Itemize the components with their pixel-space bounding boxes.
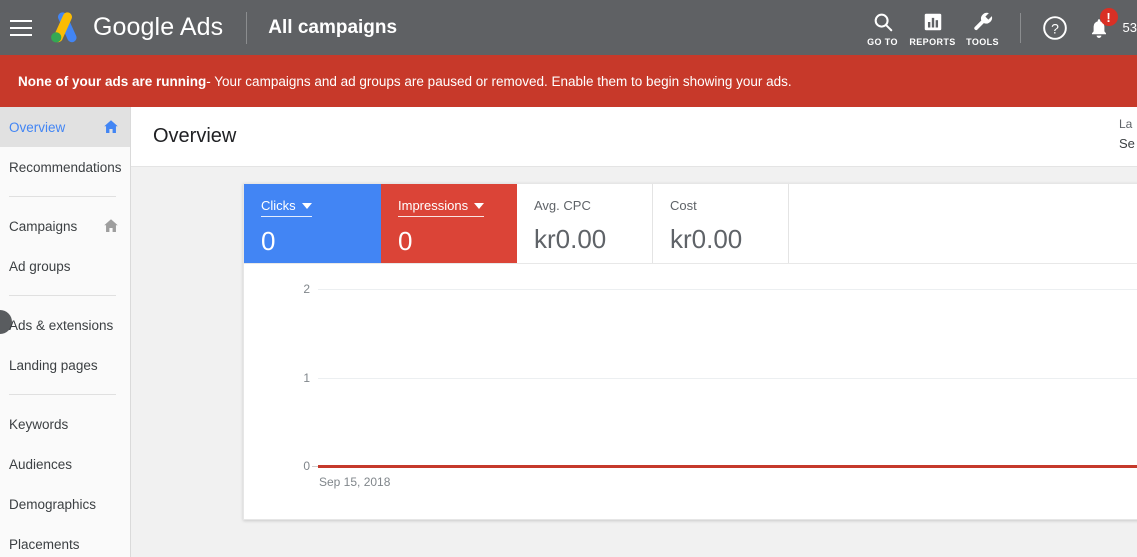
metric-value: kr0.00 bbox=[670, 224, 743, 254]
header-divider bbox=[246, 11, 248, 44]
sidebar-item-placements[interactable]: Placements bbox=[0, 524, 130, 557]
home-icon bbox=[102, 118, 120, 136]
date-range-selector[interactable]: La Se bbox=[1119, 115, 1137, 153]
chevron-down-icon[interactable] bbox=[474, 202, 485, 209]
sidebar-item-ad-groups[interactable]: Ad groups bbox=[0, 246, 130, 286]
performance-chart-card: Clicks 0 Impressions 0 Avg. CPC kr0.00 C… bbox=[243, 183, 1137, 520]
date-range-value: Se bbox=[1119, 136, 1135, 151]
main-content-area: Overview La Se Clicks 0 Impressions 0 Av… bbox=[131, 107, 1137, 557]
ads-not-running-alert: None of your ads are running - Your camp… bbox=[0, 55, 1137, 107]
sidebar-item-label: Campaigns bbox=[9, 218, 78, 234]
sidebar-divider bbox=[9, 295, 116, 296]
header-actions-divider bbox=[1019, 12, 1021, 43]
bar-chart-icon bbox=[922, 9, 944, 33]
metric-name: Cost bbox=[670, 198, 697, 213]
help-button[interactable]: ? bbox=[1033, 0, 1077, 55]
hamburger-menu-icon[interactable] bbox=[10, 19, 32, 36]
sidebar-item-label: Demographics bbox=[9, 496, 97, 512]
metric-name: Avg. CPC bbox=[534, 198, 591, 213]
metric-name: Impressions bbox=[398, 198, 469, 213]
reports-label: REPORTS bbox=[909, 36, 956, 47]
content-header: Overview La Se bbox=[131, 107, 1137, 167]
metric-label[interactable]: Clicks bbox=[261, 198, 312, 217]
sidebar-item-label: Overview bbox=[9, 119, 66, 135]
sidebar-item-landing-pages[interactable]: Landing pages bbox=[0, 345, 130, 385]
performance-line-chart: 2 1 0 Sep 15, 2018 Sep 21, bbox=[244, 264, 1137, 519]
sidebar-item-label: Ad groups bbox=[9, 258, 71, 274]
metric-value: kr0.00 bbox=[534, 224, 607, 254]
notifications-button[interactable]: ! bbox=[1077, 0, 1121, 55]
metric-value: 0 bbox=[261, 226, 276, 256]
goto-label: GO TO bbox=[867, 36, 898, 47]
google-ads-logo-icon[interactable] bbox=[46, 11, 84, 45]
impressions-series-line bbox=[318, 465, 1137, 468]
sidebar-item-label: Ads & extensions bbox=[9, 317, 114, 333]
metric-label: Cost bbox=[670, 198, 697, 213]
sidebar-item-label: Recommendations bbox=[9, 159, 122, 175]
metric-name: Clicks bbox=[261, 198, 296, 213]
x-axis-tick-start: Sep 15, 2018 bbox=[319, 475, 391, 489]
metric-value: 0 bbox=[398, 226, 413, 256]
y-axis-tick-2: 2 bbox=[303, 282, 310, 296]
sidebar-divider bbox=[9, 196, 116, 197]
goto-button[interactable]: GO TO bbox=[858, 0, 908, 55]
tools-label: TOOLS bbox=[966, 36, 999, 47]
sidebar-item-recommendations[interactable]: Recommendations bbox=[0, 147, 130, 187]
metric-card-impressions[interactable]: Impressions 0 bbox=[381, 184, 517, 263]
reports-button[interactable]: REPORTS bbox=[908, 0, 958, 55]
left-navigation-sidebar: Overview Recommendations Campaigns Ad gr… bbox=[0, 107, 131, 557]
chart-gridline bbox=[318, 289, 1137, 290]
sidebar-item-label: Landing pages bbox=[9, 357, 98, 373]
sidebar-item-ads-extensions[interactable]: Ads & extensions bbox=[0, 305, 130, 345]
home-icon bbox=[102, 217, 120, 235]
help-question-icon: ? bbox=[1042, 15, 1067, 40]
alert-headline: None of your ads are running bbox=[18, 73, 207, 89]
account-number: 53 bbox=[1122, 20, 1137, 35]
metric-cards-row: Clicks 0 Impressions 0 Avg. CPC kr0.00 C… bbox=[244, 184, 1137, 264]
svg-text:?: ? bbox=[1051, 20, 1059, 36]
notification-badge: ! bbox=[1099, 8, 1118, 26]
sidebar-item-demographics[interactable]: Demographics bbox=[0, 484, 130, 524]
y-axis-tick-1: 1 bbox=[303, 371, 310, 385]
tools-button[interactable]: TOOLS bbox=[958, 0, 1008, 55]
metric-card-avg-cpc[interactable]: Avg. CPC kr0.00 bbox=[517, 184, 653, 263]
metric-card-clicks[interactable]: Clicks 0 bbox=[244, 184, 381, 263]
chevron-down-icon[interactable] bbox=[301, 202, 312, 209]
sidebar-item-audiences[interactable]: Audiences bbox=[0, 444, 130, 484]
account-scope-label: All campaigns bbox=[268, 16, 398, 38]
page-title: Overview bbox=[153, 125, 237, 147]
metric-label: Avg. CPC bbox=[534, 198, 591, 213]
alert-detail: - Your campaigns and ad groups are pause… bbox=[206, 73, 792, 89]
brand-title: Google Ads bbox=[93, 13, 224, 41]
sidebar-item-campaigns[interactable]: Campaigns bbox=[0, 206, 130, 246]
sidebar-item-label: Placements bbox=[9, 536, 80, 552]
metric-label[interactable]: Impressions bbox=[398, 198, 485, 217]
y-axis-tick-0: 0 bbox=[303, 459, 310, 473]
wrench-icon bbox=[972, 9, 994, 33]
sidebar-item-overview[interactable]: Overview bbox=[0, 107, 130, 147]
header-actions: GO TO REPORTS TOOLS ? ! 53 bbox=[858, 0, 1137, 55]
metric-card-cost[interactable]: Cost kr0.00 bbox=[653, 184, 789, 263]
sidebar-item-keywords[interactable]: Keywords bbox=[0, 404, 130, 444]
chart-gridline bbox=[318, 378, 1137, 379]
sidebar-divider bbox=[9, 394, 116, 395]
search-icon bbox=[872, 9, 894, 33]
sidebar-item-label: Keywords bbox=[9, 416, 69, 432]
sidebar-item-label: Audiences bbox=[9, 456, 73, 472]
date-range-label: La bbox=[1119, 117, 1133, 131]
top-header-bar: Google Ads All campaigns GO TO REPORTS T… bbox=[0, 0, 1137, 55]
